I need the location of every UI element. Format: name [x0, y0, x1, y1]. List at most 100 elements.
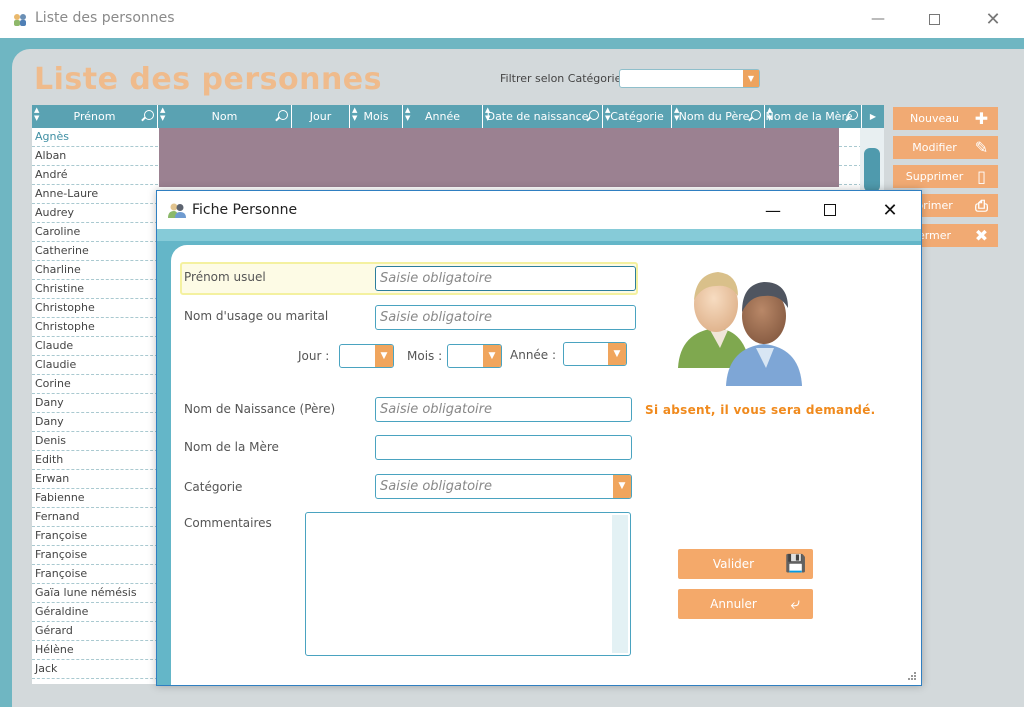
nom-mere-input[interactable] — [375, 435, 632, 460]
column-header-nom[interactable]: ▲ ▼ Nom — [158, 105, 292, 128]
chevron-down-icon[interactable]: ▼ — [613, 475, 631, 498]
table-row[interactable]: Christophe — [32, 299, 158, 318]
table-row[interactable]: Fabienne — [32, 489, 158, 508]
prenom-input[interactable]: Saisie obligatoire — [375, 266, 636, 291]
table-row[interactable]: Edith — [32, 451, 158, 470]
valider-button[interactable]: Valider 💾 — [678, 549, 813, 579]
prenom-column: Agnès Alban André Anne-Laure Audrey Caro… — [32, 128, 158, 684]
selected-row-highlight — [159, 128, 839, 187]
dialog-minimize-button[interactable]: — — [748, 191, 798, 229]
dialog-header-bar — [157, 229, 921, 241]
nom-usage-label: Nom d'usage ou marital — [184, 309, 329, 323]
sort-icon[interactable]: ▲ ▼ — [352, 106, 357, 122]
table-row[interactable]: Anne-Laure — [32, 185, 158, 204]
table-row[interactable]: Audrey — [32, 204, 158, 223]
close-icon: ✕ — [985, 8, 1001, 30]
trash-icon: ▯ — [977, 167, 986, 186]
mois-select[interactable]: ▼ — [447, 344, 502, 368]
table-row[interactable]: Catherine — [32, 242, 158, 261]
chevron-right-icon: ▶ — [869, 112, 877, 121]
column-header-date-naissance[interactable]: ▲ ▼ Date de naissance — [483, 105, 603, 128]
table-row[interactable]: Gérard — [32, 622, 158, 641]
maximize-button[interactable] — [911, 0, 957, 38]
table-row[interactable]: Françoise — [32, 565, 158, 584]
search-icon[interactable] — [751, 110, 761, 120]
save-icon: 💾 — [785, 554, 807, 574]
search-icon[interactable] — [144, 110, 154, 120]
chevron-down-icon[interactable]: ▼ — [608, 343, 626, 365]
sort-icon[interactable]: ▲ ▼ — [34, 106, 39, 122]
nom-mere-label: Nom de la Mère — [184, 440, 279, 454]
edit-icon: ✎ — [974, 138, 989, 157]
annuler-button[interactable]: Annuler ⤶ — [678, 589, 813, 619]
categorie-select[interactable]: Saisie obligatoire ▼ — [375, 474, 632, 499]
table-row[interactable]: Corine — [32, 375, 158, 394]
close-button[interactable]: ✕ — [970, 0, 1016, 38]
maximize-icon — [824, 204, 836, 216]
sort-icon[interactable]: ▲ ▼ — [767, 106, 772, 122]
table-row[interactable]: Agnès — [32, 128, 158, 147]
table-row[interactable]: Christophe — [32, 318, 158, 337]
column-header-annee[interactable]: ▲ ▼ Année — [403, 105, 483, 128]
nom-naissance-input[interactable]: Saisie obligatoire — [375, 397, 632, 422]
table-row[interactable]: Claudie — [32, 356, 158, 375]
commentaires-textarea[interactable] — [305, 512, 631, 656]
jour-select[interactable]: ▼ — [339, 344, 394, 368]
sort-icon[interactable]: ▲ ▼ — [405, 106, 410, 122]
table-row[interactable]: Jack — [32, 660, 158, 679]
search-icon[interactable] — [848, 110, 858, 120]
table-row[interactable]: Denis — [32, 432, 158, 451]
column-header-jour[interactable]: Jour — [292, 105, 350, 128]
table-row[interactable]: Gaïa lune némésis — [32, 584, 158, 603]
sort-icon[interactable]: ▲ ▼ — [485, 106, 490, 122]
search-icon[interactable] — [589, 110, 599, 120]
search-icon[interactable] — [278, 110, 288, 120]
sort-icon[interactable]: ▲ ▼ — [605, 106, 610, 122]
column-header-prenom[interactable]: ▲ ▼ Prénom — [32, 105, 158, 128]
column-header-categorie[interactable]: ▲ ▼ Catégorie — [603, 105, 672, 128]
minimize-icon: — — [871, 11, 885, 27]
table-row[interactable]: Fernand — [32, 508, 158, 527]
table-row[interactable]: Françoise — [32, 527, 158, 546]
column-header-nom-mere[interactable]: ▲ ▼ Nom de la Mère — [765, 105, 862, 128]
filter-category-select[interactable]: ▼ — [619, 69, 760, 88]
table-row[interactable]: André — [32, 166, 158, 185]
sort-icon[interactable]: ▲ ▼ — [160, 106, 165, 122]
page-title: Liste des personnes — [34, 62, 383, 97]
dialog-close-button[interactable]: ✕ — [865, 191, 915, 229]
scroll-right-button[interactable]: ▶ — [862, 105, 884, 128]
people-icon — [168, 203, 186, 218]
modifier-button[interactable]: Modifier ✎ — [893, 136, 998, 159]
table-row[interactable]: Alban — [32, 147, 158, 166]
table-row[interactable]: Hélène — [32, 641, 158, 660]
table-row[interactable]: Françoise — [32, 546, 158, 565]
table-row[interactable]: Claude — [32, 337, 158, 356]
plus-icon: ✚ — [974, 109, 989, 128]
close-x-icon: ✖ — [974, 226, 989, 245]
maximize-icon — [928, 13, 940, 25]
commentaires-label: Commentaires — [184, 516, 272, 530]
table-row[interactable]: Dany — [32, 394, 158, 413]
annee-select[interactable]: ▼ — [563, 342, 627, 366]
table-row[interactable]: Dany — [32, 413, 158, 432]
nouveau-button[interactable]: Nouveau ✚ — [893, 107, 998, 130]
resize-grip-icon[interactable] — [907, 671, 917, 681]
chevron-down-icon[interactable]: ▼ — [483, 345, 501, 367]
table-row[interactable]: Caroline — [32, 223, 158, 242]
chevron-down-icon[interactable]: ▼ — [743, 70, 759, 87]
dialog-maximize-button[interactable] — [805, 191, 855, 229]
column-header-mois[interactable]: ▲ ▼ Mois — [350, 105, 403, 128]
chevron-down-icon[interactable]: ▼ — [375, 345, 393, 367]
table-row[interactable]: Erwan — [32, 470, 158, 489]
column-header-nom-pere[interactable]: ▲ ▼ Nom du Père — [672, 105, 765, 128]
minimize-button[interactable]: — — [855, 0, 901, 38]
nom-usage-input[interactable]: Saisie obligatoire — [375, 305, 636, 330]
table-row[interactable]: Géraldine — [32, 603, 158, 622]
table-row[interactable]: Christine — [32, 280, 158, 299]
table-row[interactable]: Charline — [32, 261, 158, 280]
scrollbar-thumb[interactable] — [864, 148, 880, 192]
sort-icon[interactable]: ▲ ▼ — [674, 106, 679, 122]
absent-note: Si absent, il vous sera demandé. — [645, 403, 876, 417]
supprimer-button[interactable]: Supprimer ▯ — [893, 165, 998, 188]
textarea-scrollbar[interactable] — [612, 515, 628, 653]
